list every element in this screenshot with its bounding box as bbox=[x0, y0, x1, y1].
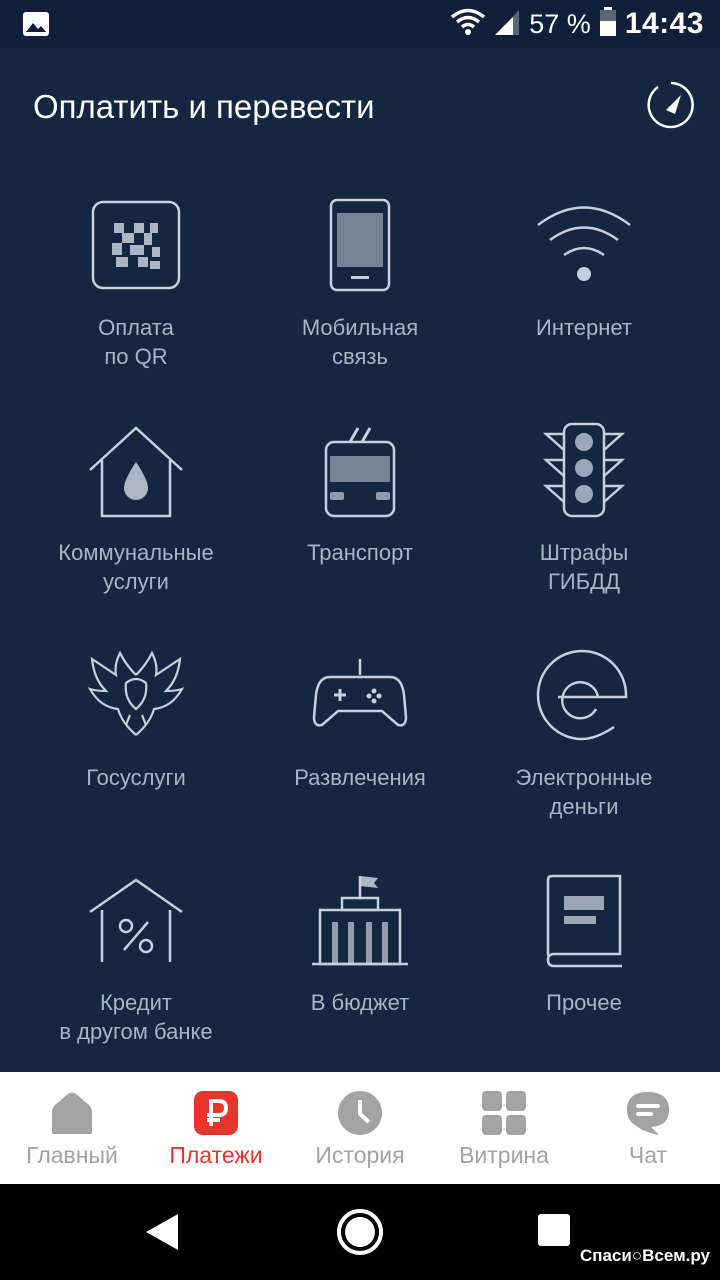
tab-label: Платежи bbox=[169, 1142, 263, 1168]
home-circle-icon bbox=[337, 1209, 383, 1255]
chat-icon bbox=[627, 1092, 669, 1135]
tab-home[interactable]: Главный bbox=[0, 1072, 144, 1184]
tile-internet[interactable]: Интернет bbox=[464, 175, 704, 400]
tile-label: Штрафы ГИБДД bbox=[539, 540, 629, 594]
tile-label: В бюджет bbox=[310, 990, 410, 1015]
status-bar: 57 % 14:43 bbox=[0, 0, 720, 48]
grid-icon bbox=[482, 1091, 526, 1135]
tile-label: Электронные деньги bbox=[515, 765, 653, 819]
tab-label: Главный bbox=[26, 1142, 118, 1168]
tile-label: Кредит в другом банке bbox=[59, 990, 213, 1044]
tab-chat[interactable]: Чат bbox=[576, 1072, 720, 1184]
traffic-light-icon bbox=[542, 422, 626, 518]
header: Оплатить и перевести bbox=[0, 48, 720, 168]
speedometer-icon bbox=[647, 81, 694, 129]
mobile-phone-icon bbox=[329, 198, 391, 292]
tile-label: Оплата по QR bbox=[98, 315, 174, 369]
tile-utilities[interactable]: Коммунальные услуги bbox=[16, 400, 256, 625]
trolleybus-icon bbox=[324, 427, 396, 518]
tile-label: Транспорт bbox=[307, 540, 413, 565]
tab-label: История bbox=[315, 1142, 405, 1168]
bottom-tab-bar: Главный Платежи История Витрина Чат bbox=[0, 1072, 720, 1184]
tile-entertainment[interactable]: Развлечения bbox=[240, 625, 480, 850]
tab-payments[interactable]: Платежи bbox=[144, 1072, 288, 1184]
tile-label: Коммунальные услуги bbox=[58, 540, 214, 594]
wifi-icon bbox=[537, 206, 631, 281]
wifi-status-icon bbox=[451, 8, 486, 41]
tab-label: Витрина bbox=[459, 1142, 549, 1168]
recents-button[interactable] bbox=[532, 1208, 580, 1256]
tile-label: Прочее bbox=[546, 990, 622, 1015]
ruble-icon bbox=[194, 1091, 238, 1135]
signal-icon bbox=[493, 8, 521, 41]
government-building-icon bbox=[312, 876, 408, 966]
battery-percent: 57 % bbox=[529, 8, 591, 39]
clock-icon bbox=[338, 1091, 382, 1135]
tab-history[interactable]: История bbox=[288, 1072, 432, 1184]
tile-label: Мобильная связь bbox=[301, 315, 419, 369]
tile-label: Госуслуги bbox=[86, 765, 186, 790]
clock-time: 14:43 bbox=[624, 7, 704, 40]
house-drop-icon bbox=[89, 426, 183, 518]
home-nav-button[interactable] bbox=[336, 1208, 384, 1256]
tile-transport[interactable]: Транспорт bbox=[240, 400, 480, 625]
qr-code-icon bbox=[91, 200, 181, 290]
tab-label: Чат bbox=[628, 1142, 668, 1168]
android-nav-bar: Спаси○Всем.ру bbox=[0, 1184, 720, 1280]
tile-budget[interactable]: В бюджет bbox=[240, 850, 480, 1075]
tile-gosuslugi[interactable]: Госуслуги bbox=[16, 625, 256, 850]
speedometer-button[interactable] bbox=[644, 78, 698, 132]
tile-other[interactable]: Прочее bbox=[464, 850, 704, 1075]
battery-icon bbox=[599, 6, 617, 42]
tile-qr-payment[interactable]: Оплата по QR bbox=[16, 175, 256, 400]
home-icon bbox=[52, 1092, 92, 1134]
tile-e-money[interactable]: Электронные деньги bbox=[464, 625, 704, 850]
recents-square-icon bbox=[538, 1214, 570, 1246]
tile-label: Развлечения bbox=[294, 765, 426, 790]
tile-label: Интернет bbox=[536, 315, 632, 340]
gallery-notification-icon bbox=[22, 11, 50, 42]
e-money-icon bbox=[536, 649, 628, 741]
tile-traffic-fines[interactable]: Штрафы ГИБДД bbox=[464, 400, 704, 625]
double-eagle-icon bbox=[87, 650, 185, 736]
page-title: Оплатить и перевести bbox=[33, 88, 375, 125]
back-button[interactable] bbox=[140, 1208, 188, 1256]
gamepad-icon bbox=[312, 659, 408, 727]
credit-percent-icon bbox=[89, 878, 183, 962]
tile-mobile[interactable]: Мобильная связь bbox=[240, 175, 480, 400]
book-icon bbox=[546, 874, 622, 968]
tile-credit-other-bank[interactable]: Кредит в другом банке bbox=[16, 850, 256, 1075]
tab-showcase[interactable]: Витрина bbox=[432, 1072, 576, 1184]
back-triangle-icon bbox=[146, 1214, 178, 1250]
watermark: Спаси○Всем.ру bbox=[579, 1246, 710, 1265]
